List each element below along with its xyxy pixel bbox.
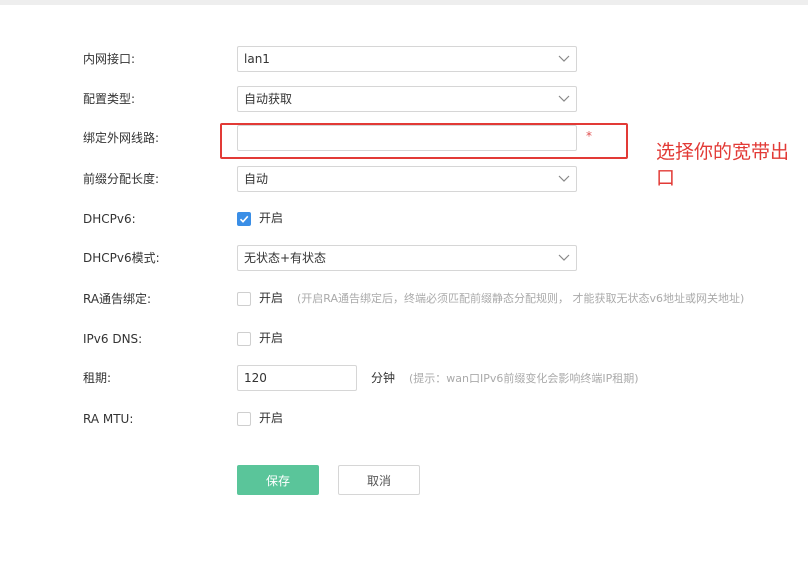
prefix-length-select[interactable]: 自动 [237,166,577,192]
dhcpv6-label: DHCPv6: [83,212,136,226]
top-bar [0,0,808,5]
row-prefix-length: 前缀分配长度: 自动 [0,166,808,192]
ra-mtu-checkbox[interactable] [237,412,251,426]
config-type-label: 配置类型: [83,92,136,106]
ipv6-dns-checkbox[interactable] [237,332,251,346]
ra-bind-checkbox[interactable] [237,292,251,306]
dhcpv6-mode-label: DHCPv6模式: [83,251,160,265]
ra-bind-checkbox-label: 开启 [259,291,284,305]
dhcpv6-checkbox[interactable] [237,212,251,226]
bind-wan-label: 绑定外网线路: [83,131,160,145]
chevron-down-icon [558,55,570,62]
ipv6-dns-checkbox-label: 开启 [259,331,284,345]
prefix-length-value: 自动 [244,172,269,186]
lease-label: 租期: [83,371,112,385]
dhcpv6-mode-select[interactable]: 无状态+有状态 [237,245,577,271]
config-type-value: 自动获取 [244,92,293,106]
lan-interface-value: lan1 [244,52,270,66]
row-ra-bind: RA通告绑定: 开启 (开启RA通告绑定后，终端必须匹配前缀静态分配规则， 才能… [0,286,808,312]
row-dhcpv6-mode: DHCPv6模式: 无状态+有状态 [0,245,808,271]
row-ipv6-dns: IPv6 DNS: 开启 [0,326,808,352]
annotation-highlight-box [220,123,628,159]
lan-interface-label: 内网接口: [83,52,136,66]
ra-mtu-checkbox-label: 开启 [259,411,284,425]
lease-input[interactable] [237,365,357,391]
dhcpv6-mode-value: 无状态+有状态 [244,251,327,265]
ra-bind-label: RA通告绑定: [83,292,152,306]
checkmark-icon [239,215,249,223]
ra-mtu-label: RA MTU: [83,412,134,426]
chevron-down-icon [558,95,570,102]
lease-hint: (提示：wan口IPv6前缀变化会影响终端IP租期) [409,372,639,385]
save-button[interactable]: 保存 [237,465,319,495]
dhcpv6-checkbox-label: 开启 [259,211,284,225]
row-config-type: 配置类型: 自动获取 [0,86,808,112]
lan-interface-select[interactable]: lan1 [237,46,577,72]
page: 内网接口: lan1 配置类型: 自动获取 绑定外网线路: * 选择你的宽带出口… [0,0,808,576]
prefix-length-label: 前缀分配长度: [83,172,160,186]
ipv6-dns-label: IPv6 DNS: [83,332,143,346]
cancel-button[interactable]: 取消 [338,465,420,495]
chevron-down-icon [558,254,570,261]
config-type-select[interactable]: 自动获取 [237,86,577,112]
row-dhcpv6: DHCPv6: 开启 [0,206,808,232]
row-ra-mtu: RA MTU: 开启 [0,406,808,432]
chevron-down-icon [558,175,570,182]
row-lease: 租期: 分钟 (提示：wan口IPv6前缀变化会影响终端IP租期) [0,365,808,391]
ra-bind-hint: (开启RA通告绑定后，终端必须匹配前缀静态分配规则， 才能获取无状态v6地址或网… [297,292,745,305]
lease-unit: 分钟 [371,371,396,385]
row-lan-interface: 内网接口: lan1 [0,46,808,72]
